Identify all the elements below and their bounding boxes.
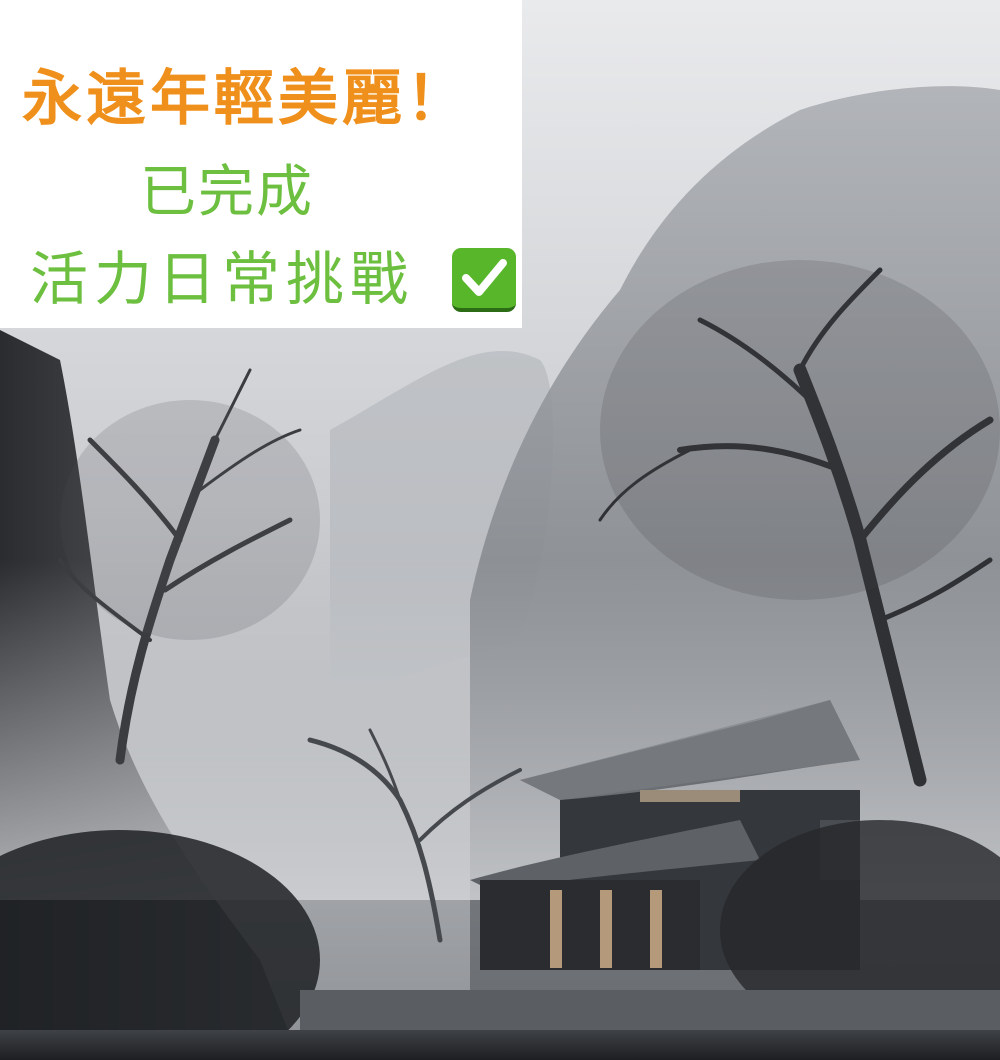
caption-completed: 已完成: [140, 160, 314, 225]
check-mark-button-icon: [452, 248, 516, 312]
post-image: 永遠年輕美麗！ 已完成 活力日常挑戰: [0, 0, 1000, 1060]
caption-title: 永遠年輕美麗！: [22, 64, 470, 134]
caption-panel: 永遠年輕美麗！ 已完成 活力日常挑戰: [0, 0, 522, 328]
caption-challenge: 活力日常挑戰: [30, 245, 415, 313]
